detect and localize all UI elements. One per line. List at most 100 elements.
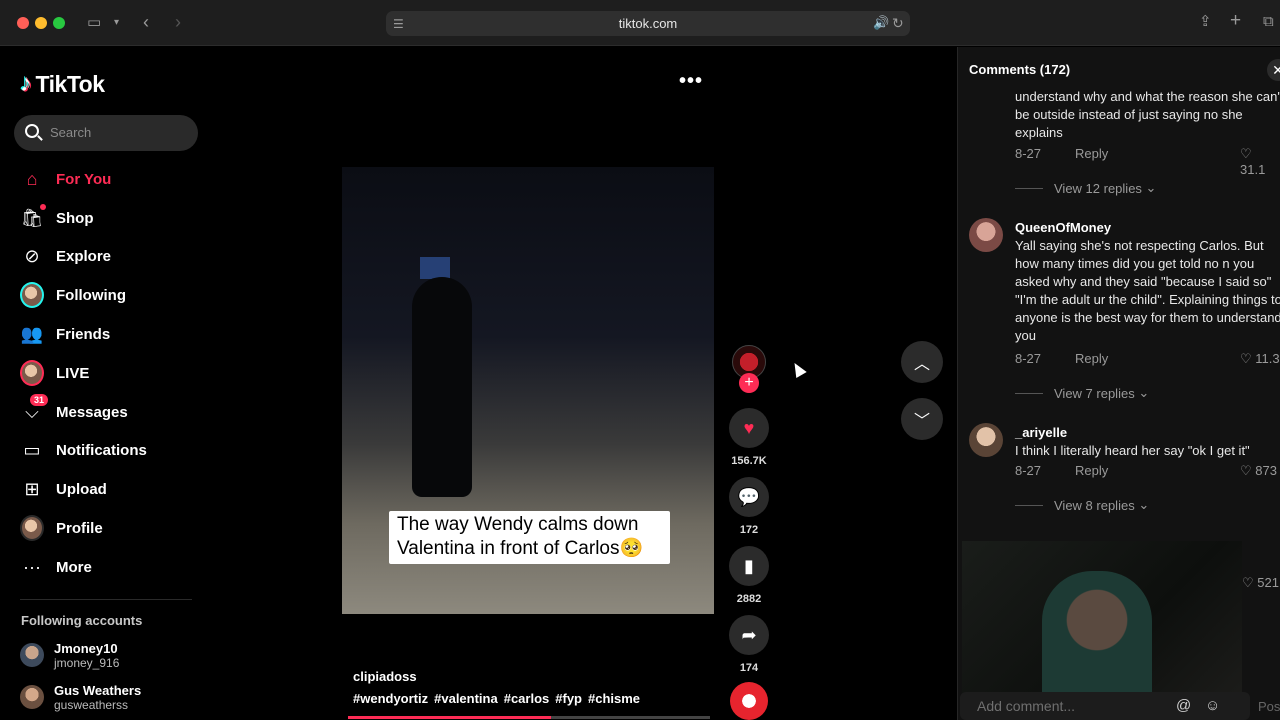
sidebar-item-messages[interactable]: ⌵ 31 Messages xyxy=(20,394,200,427)
hashtag-list: #wendyortiz #valentina #carlos #fyp #chi… xyxy=(353,691,640,706)
avatar[interactable] xyxy=(969,218,1003,252)
back-icon[interactable]: ‹ xyxy=(143,13,149,31)
following-account[interactable]: Gus Weathers gusweatherss xyxy=(20,681,141,713)
chevron-down-icon: ⌄ xyxy=(1145,180,1157,195)
upload-icon: ⊞ xyxy=(24,478,40,499)
account-handle: jmoney_916 xyxy=(54,655,120,670)
reply-button[interactable]: Reply xyxy=(1075,463,1108,478)
avatar[interactable] xyxy=(969,423,1003,457)
share-button[interactable]: ➦ xyxy=(729,615,769,655)
minimize-window-button[interactable] xyxy=(35,17,47,29)
forward-icon[interactable]: › xyxy=(175,13,181,31)
previous-video-button[interactable]: ︿ xyxy=(901,341,943,383)
sidebar-item-explore[interactable]: ⊘ Explore xyxy=(20,241,200,271)
video-author[interactable]: clipiadoss xyxy=(353,669,417,684)
sidebar-item-upload[interactable]: ⊞ Upload xyxy=(20,474,200,504)
following-account[interactable]: Jmoney10 jmoney_916 xyxy=(20,639,119,671)
search-icon xyxy=(25,124,39,138)
friends-icon: 👥 xyxy=(20,323,44,344)
like-button[interactable]: ♥ xyxy=(729,408,769,448)
sidebar-item-following[interactable]: Following xyxy=(20,280,200,310)
search-placeholder: Search xyxy=(50,125,92,140)
share-icon[interactable]: ⇪ xyxy=(1199,14,1212,30)
view-replies-button[interactable]: View 7 replies ⌄ xyxy=(1015,385,1149,401)
replies-line xyxy=(1015,504,1043,506)
hashtag-link[interactable]: #valentina xyxy=(434,691,498,706)
sidebar-item-notifications[interactable]: ▭ Notifications xyxy=(20,435,200,465)
emoji-icon[interactable]: ☺ xyxy=(1205,697,1220,714)
view-replies-button[interactable]: View 12 replies ⌄ xyxy=(1015,180,1156,196)
mouse-cursor-icon xyxy=(789,359,807,379)
comment-like[interactable]: ♡ 521 xyxy=(1242,575,1279,591)
sidebar-item-shop[interactable]: 🛍 Shop xyxy=(20,203,200,233)
tiktok-note-icon: ♪ xyxy=(20,70,32,97)
reload-icon[interactable]: ↻ xyxy=(892,15,904,31)
add-comment-placeholder: Add comment... xyxy=(977,698,1076,714)
sidebar-item-more[interactable]: ··· More xyxy=(20,552,200,582)
account-name: Jmoney10 xyxy=(54,640,118,656)
heart-outline-icon: ♡ xyxy=(1240,351,1256,366)
webcam-overlay xyxy=(962,541,1242,699)
post-button[interactable]: Pos xyxy=(1258,699,1280,714)
home-icon: ⌂ xyxy=(26,168,38,189)
bookmark-icon: ▮ xyxy=(744,555,754,576)
comment-username[interactable]: QueenOfMoney xyxy=(1015,220,1111,235)
search-input[interactable]: Search xyxy=(14,115,198,151)
reply-button[interactable]: Reply xyxy=(1075,146,1108,161)
sidebar-item-live[interactable]: LIVE xyxy=(20,358,200,388)
audio-playing-icon[interactable]: 🔊 xyxy=(873,15,889,31)
sidebar-toggle-icon[interactable]: ▭ xyxy=(87,15,101,31)
share-count: 174 xyxy=(739,662,759,674)
follow-plus-icon[interactable]: + xyxy=(739,373,759,393)
view-replies-button[interactable]: View 8 replies ⌄ xyxy=(1015,497,1149,513)
next-video-button[interactable]: ﹀ xyxy=(901,398,943,440)
avatar xyxy=(20,515,44,541)
hashtag-link[interactable]: #fyp xyxy=(555,691,582,706)
new-tab-icon[interactable]: + xyxy=(1230,11,1241,30)
sidebar-item-for-you[interactable]: ⌂ For You xyxy=(20,164,200,194)
chevron-down-icon: ⌄ xyxy=(1138,497,1150,512)
tab-overview-icon[interactable]: ⧉ xyxy=(1263,14,1274,30)
avatar xyxy=(20,360,44,386)
more-options-icon[interactable]: ••• xyxy=(679,70,703,93)
replies-line xyxy=(1015,392,1043,394)
heart-outline-icon: ♡ xyxy=(1240,463,1256,478)
comment-like[interactable]: ♡ 873 xyxy=(1240,463,1277,479)
close-window-button[interactable] xyxy=(17,17,29,29)
comment-like-count: 873 xyxy=(1255,463,1277,478)
chevron-down-icon[interactable]: ▾ xyxy=(114,15,119,31)
heart-icon: ♥ xyxy=(743,417,755,438)
comment-like-count: 521 xyxy=(1257,575,1279,590)
account-handle: gusweatherss xyxy=(54,697,129,712)
address-bar[interactable]: ☰ tiktok.com 🔊 ↻ xyxy=(386,11,910,36)
music-disc-icon[interactable] xyxy=(730,682,768,720)
replies-line xyxy=(1015,187,1043,189)
zoom-window-button[interactable] xyxy=(53,17,65,29)
comment-username[interactable]: _ariyelle xyxy=(1015,425,1067,440)
save-button[interactable]: ▮ xyxy=(729,546,769,586)
close-comments-button[interactable]: ✕ xyxy=(1267,59,1280,81)
reply-button[interactable]: Reply xyxy=(1075,351,1108,366)
like-count: 156.7K xyxy=(731,455,767,467)
hashtag-link[interactable]: #wendyortiz xyxy=(353,691,428,706)
comment-like[interactable]: ♡ 31.1 xyxy=(1240,146,1280,177)
comment-button[interactable]: 💬 xyxy=(729,477,769,517)
add-comment-input[interactable]: Add comment... @ ☺ xyxy=(960,692,1250,720)
comment-icon: 💬 xyxy=(737,486,761,507)
tiktok-logo[interactable]: ♪ TikTok xyxy=(20,70,105,98)
chevron-up-icon: ︿ xyxy=(913,356,930,373)
hashtag-link[interactable]: #carlos xyxy=(504,691,550,706)
hashtag-link[interactable]: #chisme xyxy=(588,691,640,706)
sidebar-item-friends[interactable]: 👥 Friends xyxy=(20,319,200,349)
url-text: tiktok.com xyxy=(618,16,678,31)
profile-avatar xyxy=(20,515,44,541)
view-replies-label: View 7 replies xyxy=(1054,385,1135,401)
video-frame-detail xyxy=(420,257,450,279)
comment-like-count: 31.1 xyxy=(1240,162,1266,177)
mention-icon[interactable]: @ xyxy=(1176,697,1191,714)
heart-outline-icon: ♡ xyxy=(1240,146,1252,161)
comment-like[interactable]: ♡ 11.3 xyxy=(1240,351,1280,367)
video-progress-bar[interactable] xyxy=(348,716,710,719)
comments-header: Comments (172) xyxy=(969,62,1071,77)
sidebar-item-profile[interactable]: Profile xyxy=(20,513,200,543)
